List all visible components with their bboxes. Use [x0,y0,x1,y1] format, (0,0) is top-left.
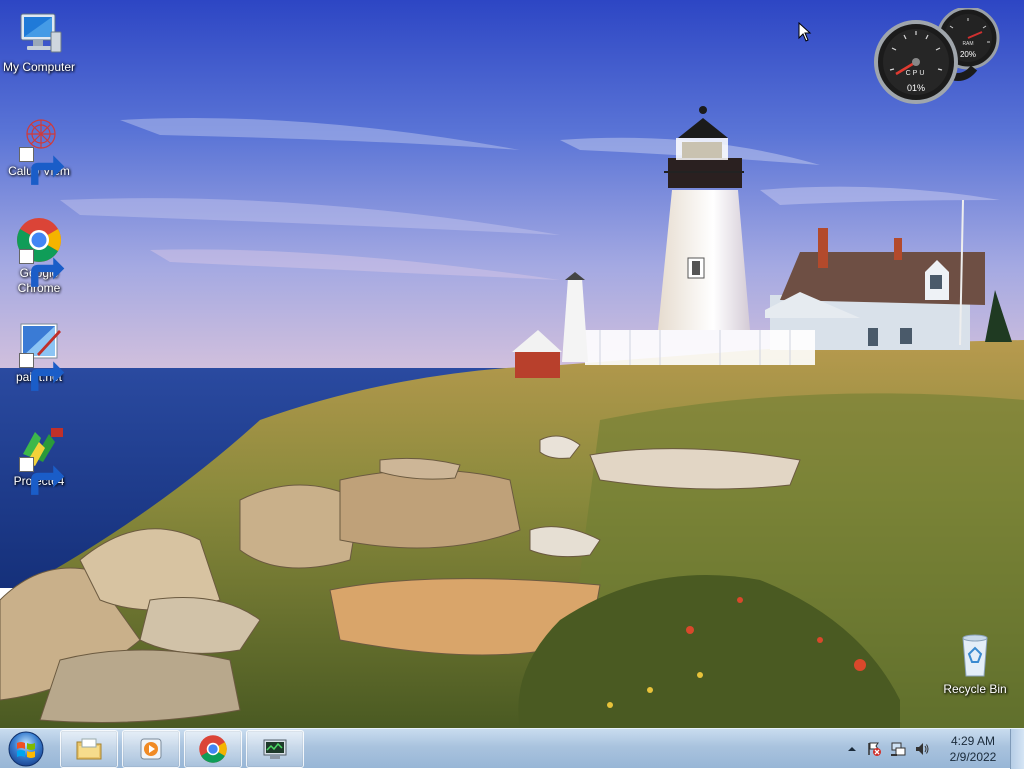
recycle-bin-icon [951,632,999,680]
chrome-icon [15,216,65,287]
clock-time: 4:29 AM [950,734,996,748]
desktop-icon-label: Recycle Bin [943,682,1007,696]
taskbar: 4:29 AM 2/9/2022 [0,728,1024,769]
network-icon[interactable] [890,741,906,757]
start-button[interactable] [4,730,48,768]
shortcut-arrow-icon [19,353,65,391]
taskbar-system-monitor[interactable] [246,730,304,768]
desktop-icon-my-computer[interactable]: My Computer [0,10,78,75]
cpu-usage-value: 01% [906,83,925,93]
desktop-wallpaper [0,0,1024,728]
ram-gauge-label: RAM [962,41,974,47]
show-hidden-icons-button[interactable] [844,741,860,757]
taskbar-clock[interactable]: 4:29 AM 2/9/2022 [940,733,1006,765]
desktop-icon-google-chrome[interactable]: Google Chrome [0,216,78,296]
taskbar-media-player[interactable] [122,730,180,768]
cpu-meter-gadget[interactable]: CPU 01% RAM 20% [872,6,1006,106]
folder-icon [76,738,102,760]
mouse-cursor-icon [798,22,812,42]
taskbar-windows-explorer[interactable] [60,730,118,768]
desktop-icon-label: My Computer [2,60,76,74]
calub-viem-icon [15,114,65,185]
show-desktop-button[interactable] [1010,729,1024,769]
desktop-icon-calub-viem[interactable]: Calub Viem [0,114,78,185]
shortcut-arrow-icon [19,249,65,287]
clock-date: 2/9/2022 [949,750,997,764]
desktop-icon-paint-net[interactable]: paint.net [0,320,78,391]
shortcut-arrow-icon [19,147,65,185]
chevron-up-icon [848,747,856,751]
project64-icon [15,424,65,495]
taskbar-google-chrome[interactable] [184,730,242,768]
media-player-icon [140,738,162,760]
action-center-icon[interactable] [866,741,882,757]
volume-icon[interactable] [914,741,930,757]
computer-icon [15,10,63,58]
cpu-gauge-label: CPU [905,70,927,77]
desktop-icon-recycle-bin[interactable]: Recycle Bin [936,632,1014,697]
monitor-icon [263,739,287,759]
paintnet-icon [15,320,65,391]
shortcut-arrow-icon [19,457,65,495]
chrome-icon [199,735,227,763]
ram-usage-value: 20% [959,50,976,59]
desktop-icon-project64[interactable]: Project64 [0,424,78,495]
